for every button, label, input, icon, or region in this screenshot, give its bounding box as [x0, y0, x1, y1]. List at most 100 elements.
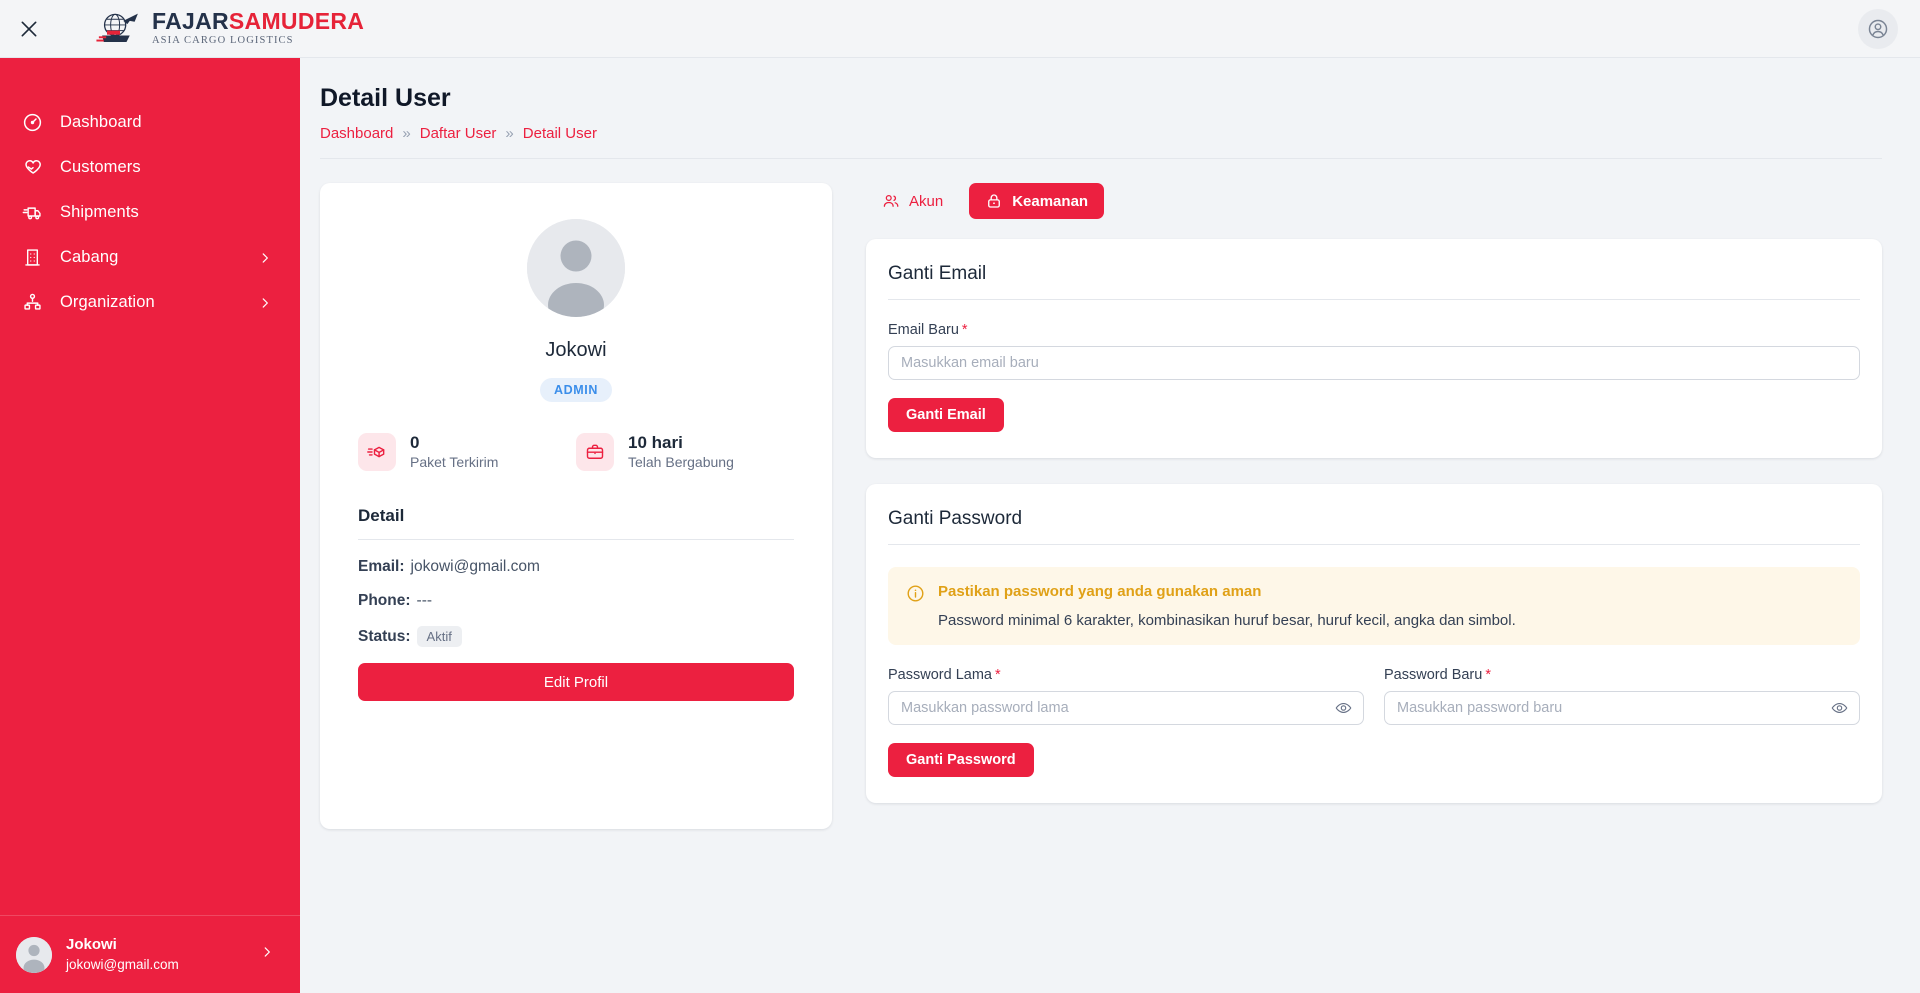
tab-label: Akun — [909, 192, 944, 210]
profile-stats: 0 Paket Terkirim 10 hari Telah Bergabung — [342, 432, 810, 472]
field-label-text: Password Baru — [1384, 667, 1483, 683]
account-button[interactable] — [1858, 8, 1898, 49]
brand-title: FAJARSAMUDERA — [152, 10, 364, 33]
sidebar-user-email: jokowi@gmail.com — [66, 956, 179, 972]
panel-title: Ganti Email — [888, 263, 987, 284]
divider — [888, 544, 1860, 545]
sidebar-item-label: Shipments — [60, 203, 139, 221]
sidebar-item-customers[interactable]: Customers — [0, 145, 300, 190]
role-badge: ADMIN — [540, 378, 612, 402]
detail-list: Email: jokowi@gmail.com Phone: --- Statu… — [342, 540, 810, 648]
gauge-icon — [18, 109, 46, 137]
ganti-password-button[interactable]: Ganti Password — [888, 743, 1034, 777]
required-mark: * — [1485, 667, 1491, 683]
brand-subtitle: ASIA CARGO LOGISTICS — [152, 35, 294, 47]
users-icon — [883, 194, 899, 207]
profile-card: Jokowi ADMIN 0 Paket Terkirim 10 hari Te… — [320, 183, 832, 829]
security-column: Akun Keamanan Ganti Email Email Baru * M… — [866, 183, 1882, 829]
required-mark: * — [994, 667, 1001, 683]
tab-bar: Akun Keamanan — [866, 183, 1882, 219]
password-baru-label: Password Baru * — [1384, 667, 1860, 683]
sidebar-item-organization[interactable]: Organization — [0, 280, 300, 325]
stat-telah-bergabung: 10 hari Telah Bergabung — [576, 432, 794, 472]
chevron-right-icon — [258, 251, 272, 265]
sidebar-user-profile[interactable]: Jokowi jokowi@gmail.com — [0, 915, 300, 993]
user-placeholder-icon — [16, 936, 52, 973]
tab-akun[interactable]: Akun — [866, 183, 959, 219]
breadcrumb-item-dashboard[interactable]: Dashboard — [320, 125, 393, 142]
password-security-alert: Pastikan password yang anda gunakan aman… — [888, 567, 1860, 645]
alert-title: Pastikan password yang anda gunakan aman — [938, 583, 1262, 600]
sidebar-item-label: Dashboard — [60, 113, 142, 131]
detail-value: jokowi@gmail.com — [410, 558, 540, 576]
detail-row-email: Email: jokowi@gmail.com — [358, 558, 794, 576]
breadcrumb-item-daftar-user[interactable]: Daftar User — [420, 125, 497, 142]
password-lama-input[interactable] — [888, 691, 1364, 725]
detail-row-status: Status: Aktif — [358, 626, 794, 648]
close-icon — [21, 21, 37, 37]
page-title: Detail User — [320, 84, 451, 112]
detail-key: Status: — [358, 627, 411, 645]
alert-body: Password minimal 6 karakter, kombinasika… — [938, 612, 1516, 629]
chevron-right-icon — [260, 945, 274, 964]
email-baru-label: Email Baru * — [888, 322, 1860, 338]
avatar — [16, 936, 52, 973]
tab-label: Keamanan — [1012, 192, 1089, 210]
sidebar-nav: Dashboard Customers Shipments Cabang Org… — [0, 58, 300, 915]
main-content: Detail User Dashboard » Daftar User » De… — [300, 58, 1920, 993]
breadcrumb-separator: » — [505, 125, 514, 142]
truck-icon — [18, 199, 46, 227]
detail-key: Phone: — [358, 592, 411, 610]
ganti-password-panel: Ganti Password Pastikan password yang an… — [866, 484, 1882, 803]
breadcrumb: Dashboard » Daftar User » Detail User — [320, 125, 1882, 159]
brand-logo: FAJARSAMUDERA ASIA CARGO LOGISTICS — [94, 10, 364, 47]
breadcrumb-item-detail-user[interactable]: Detail User — [523, 125, 597, 142]
org-chart-icon — [18, 289, 46, 317]
detail-row-phone: Phone: --- — [358, 592, 794, 610]
sidebar-item-label: Customers — [60, 158, 141, 176]
password-baru-input[interactable] — [1384, 691, 1860, 725]
stat-value: 0 — [410, 433, 420, 452]
divider — [888, 299, 1860, 300]
old-password-field: Password Lama * — [888, 645, 1364, 725]
profile-name: Jokowi — [545, 339, 607, 361]
sidebar-item-cabang[interactable]: Cabang — [0, 235, 300, 280]
profile-avatar — [527, 219, 625, 317]
chevron-right-icon — [258, 296, 272, 310]
ganti-email-panel: Ganti Email Email Baru* Ganti Email — [866, 239, 1882, 458]
package-send-icon — [358, 433, 396, 472]
stat-label: Telah Bergabung — [628, 454, 734, 471]
tab-keamanan[interactable]: Keamanan — [969, 183, 1105, 219]
field-label-text: Password Lama — [888, 667, 992, 683]
password-lama-label: Password Lama * — [888, 667, 1364, 683]
toggle-new-password-visibility[interactable] — [1831, 700, 1848, 717]
brand-title-part1: FAJAR — [152, 8, 229, 35]
sidebar-item-dashboard[interactable]: Dashboard — [0, 100, 300, 145]
detail-value: --- — [416, 592, 433, 610]
stat-label: Paket Terkirim — [410, 454, 499, 471]
ganti-email-button[interactable]: Ganti Email — [888, 398, 1004, 432]
required-mark: * — [961, 322, 968, 338]
breadcrumb-separator: » — [402, 125, 411, 142]
building-icon — [18, 244, 46, 272]
lock-icon — [988, 194, 1001, 208]
status-badge: Aktif — [416, 626, 462, 648]
toggle-old-password-visibility[interactable] — [1335, 700, 1352, 717]
close-button[interactable] — [0, 0, 58, 58]
handshake-icon — [18, 154, 46, 182]
user-circle-icon — [1868, 19, 1888, 38]
sidebar-item-shipments[interactable]: Shipments — [0, 190, 300, 235]
edit-profile-button[interactable]: Edit Profil — [358, 663, 794, 702]
brand-title-part2: SAMUDERA — [228, 8, 365, 35]
email-baru-input[interactable] — [888, 346, 1860, 380]
panel-title: Ganti Password — [888, 508, 1023, 529]
sidebar-user-name: Jokowi — [66, 936, 117, 954]
user-placeholder-icon — [527, 219, 625, 317]
globe-ship-plane-icon — [96, 13, 138, 42]
info-circle-icon — [906, 584, 926, 629]
new-password-field: Password Baru * — [1384, 645, 1860, 725]
sidebar-item-label: Cabang — [60, 248, 119, 266]
eye-icon — [1335, 703, 1352, 713]
detail-key: Email: — [358, 558, 405, 576]
stat-paket-terkirim: 0 Paket Terkirim — [358, 432, 576, 472]
